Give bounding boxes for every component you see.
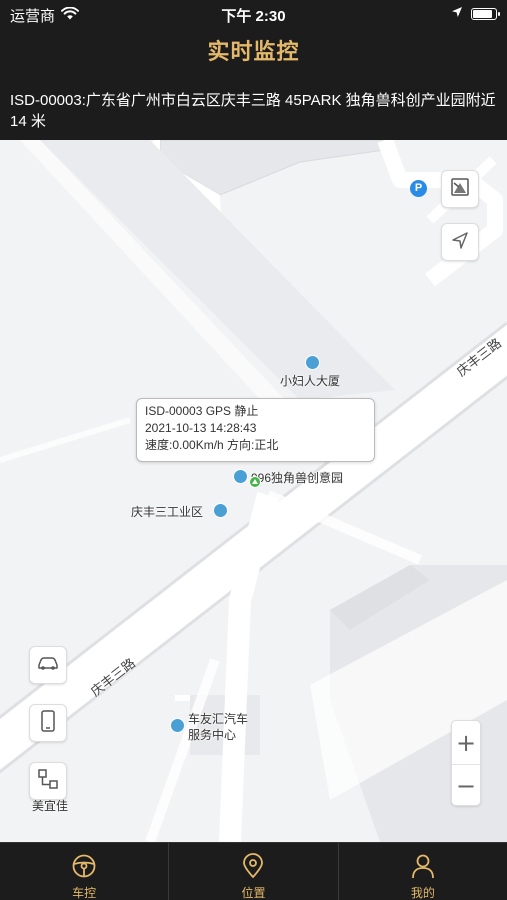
car-service-icon[interactable] (170, 718, 185, 733)
vehicle-info-window[interactable]: ISD-00003 GPS 静止 2021-10-13 14:28:43 速度:… (136, 398, 375, 462)
status-right (451, 5, 500, 22)
info-speed-direction: 速度:0.00Km/h 方向:正北 (145, 438, 279, 452)
steering-wheel-icon (71, 853, 97, 882)
battery-fill (473, 9, 492, 18)
location-pin-icon (240, 853, 266, 882)
poi-label-unicorn[interactable]: 996独角兽创意园 (251, 469, 343, 486)
route-icon (37, 768, 59, 795)
locate-car-button[interactable] (29, 646, 67, 684)
zoom-in-button[interactable]: + (452, 721, 480, 764)
navigation-arrow-icon (451, 231, 469, 254)
map-view[interactable]: P 小妇人大厦 996独角兽创意园 庆丰三工业区 车友汇汽车 服务中心 美宜佳 … (0, 140, 507, 842)
poi-label-car-service-1[interactable]: 车友汇汽车 (188, 710, 248, 727)
address-bar: ISD-00003:广东省广州市白云区庆丰三路 45PARK 独角兽科创产业园附… (0, 80, 507, 140)
map-layer-button[interactable] (441, 170, 479, 208)
page-title: 实时监控 (207, 39, 300, 64)
info-timestamp: 2021-10-13 14:28:43 (145, 421, 257, 435)
tab-profile[interactable]: 我的 (339, 843, 507, 900)
poi-label-xiaofuren[interactable]: 小妇人大厦 (280, 372, 340, 389)
poi-label-qingfeng-industrial[interactable]: 庆丰三工业区 (131, 503, 203, 520)
route-button[interactable] (29, 762, 67, 800)
person-icon (410, 853, 436, 882)
building-icon[interactable] (213, 503, 228, 518)
car-icon (36, 655, 60, 676)
status-time: 下午 2:30 (221, 8, 286, 25)
poi-label-car-service-2[interactable]: 服务中心 (188, 726, 236, 743)
battery-icon (471, 7, 500, 20)
zoom-control: + − (451, 720, 481, 806)
tab-bar: 车控 位置 我的 (0, 842, 507, 900)
tab-label-location: 位置 (241, 886, 266, 900)
nav-bar: 实时监控 (0, 28, 507, 80)
status-bar: 运营商 下午 2:30 (0, 0, 507, 28)
tab-location[interactable]: 位置 (169, 843, 339, 900)
map-background (0, 140, 507, 842)
address-text: ISD-00003:广东省广州市白云区庆丰三路 45PARK 独角兽科创产业园附… (10, 92, 496, 130)
location-arrow-icon (451, 5, 463, 22)
info-device-status: ISD-00003 GPS 静止 (145, 404, 259, 418)
locate-phone-button[interactable] (29, 704, 67, 742)
vehicle-marker-icon[interactable] (249, 476, 261, 488)
parking-icon[interactable]: P (410, 180, 427, 197)
locate-button[interactable] (441, 223, 479, 261)
phone-icon (41, 709, 55, 737)
tab-vehicle-control[interactable]: 车控 (0, 843, 170, 900)
tab-label-profile: 我的 (410, 886, 435, 900)
zoom-out-button[interactable]: − (452, 764, 480, 807)
building-icon[interactable] (305, 355, 320, 370)
tab-label-vehicle-control: 车控 (72, 886, 97, 900)
building-icon[interactable] (233, 469, 248, 484)
map-layer-icon (450, 177, 470, 202)
